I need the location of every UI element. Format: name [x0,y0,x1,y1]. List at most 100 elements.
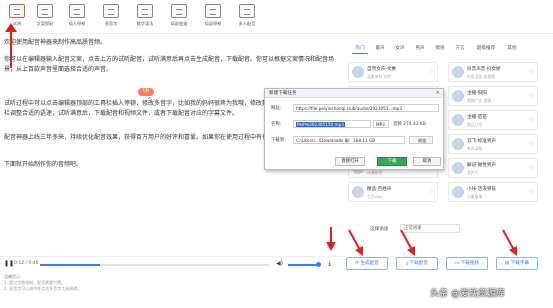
watermark: 头条 @爱找资源库 [430,289,505,299]
voice-name: 主播·阳阳 [467,91,487,96]
progress-fill [40,264,100,266]
filename-field[interactable]: PeiPei202305150.mp3 [293,120,371,128]
tool-local-pause[interactable]: 局部停顿 [198,4,228,27]
voice-tags: 动漫配音 [367,170,383,175]
tool-multi-voice[interactable]: 多人配音 [232,4,262,27]
star-icon[interactable]: ☆ [529,116,534,123]
star-icon[interactable]: ☆ [429,68,434,75]
tool-number-reading-label: 数字读法 [136,21,154,26]
star-icon[interactable]: ☆ [529,140,534,147]
voice-tags: 时尚活泼 短视频 [467,74,495,79]
voice-tags: 儿童故事 [467,194,483,199]
voice-card[interactable]: 主播·苗苗 商品介绍 ☆ [448,110,538,130]
avatar [452,66,464,78]
tool-number-reading[interactable]: 数字读法 [130,4,160,27]
editor-paragraph: 欢迎使用配音神器来制作高品质音频。 [4,39,107,46]
voice-card[interactable]: 小咔·活泼男孩 儿童故事 ☆ [448,182,538,202]
users-icon [239,4,255,18]
play-icon [9,4,25,18]
download-icon[interactable]: ⤓ [328,259,331,268]
voice-name: 抖音声音·抖女娇 [467,67,501,72]
voice-name: 精品·百姓声 [367,187,392,192]
avatar [352,66,364,78]
pause-marker-icon: ⌃ [146,96,153,105]
dialog-title-text: 新建下载任务 [269,91,297,96]
avatar [352,186,364,198]
tool-insert-pause[interactable]: 插入停顿 [62,4,92,27]
url-field[interactable]: https://file.peiyinshenqi.club/audio/202… [293,104,439,112]
cancel-button[interactable]: 取消 [413,157,441,166]
speed-label: 选择语速 [370,227,389,232]
filename-value: PeiPei202305150.mp3 [296,122,345,127]
star-icon[interactable]: ☆ [529,92,534,99]
pause-badge[interactable]: 1秒 [138,88,154,96]
star-icon[interactable]: ☆ [529,164,534,171]
voice-card[interactable]: 精品·百姓声 生活vlog ☆ [348,182,438,202]
generate-audio-button[interactable]: ⟳ 生成配音 [346,257,388,270]
tab-other[interactable]: 其他 [504,44,520,54]
tool-polyphone-label: 多音字 [104,21,118,26]
watermark-logo-icon [420,288,429,297]
pinyin-icon [103,4,119,18]
close-icon[interactable]: ✕ [436,89,440,98]
tab-male[interactable]: 男声 [412,44,428,54]
download-subtitle-label: 下载字幕 [510,261,530,266]
path-label: 下载到： [271,138,289,143]
avatar [452,114,464,126]
tool-extract-label: 文案提取 [36,21,54,26]
voice-tags: 有声读物 [467,146,483,151]
document-icon [37,4,53,18]
download-button[interactable]: 下载 [377,157,407,166]
progress-track[interactable] [40,264,270,266]
voice-name: 小咔·活泼男孩 [467,187,497,192]
voice-tags: 生活vlog [367,194,383,199]
red-arrow-up-icon [5,23,17,68]
browse-button[interactable]: 浏览 [409,136,433,144]
download-subtitle-button[interactable]: ▤ 下载字幕 [496,257,538,270]
stop-icon [205,4,221,18]
tab-dialect[interactable]: 方言 [452,44,468,54]
tool-local-speed-label: 局部变速 [170,21,188,26]
download-audio-button[interactable]: ⤓ 下载配音 [396,257,438,270]
tool-extract[interactable]: 文案提取 [30,4,60,27]
voice-tags: 商品介绍 [467,122,483,127]
tool-polyphone[interactable]: 多音字 [96,4,126,27]
audio-player: ❚❚ 0:12 / 0:46 ◀) ⤓ [0,256,346,270]
save-path-field[interactable]: C:\Users\...\Downloads 剩：168.11 GB [293,136,405,144]
volume-icon[interactable]: ◀) [276,260,283,267]
voice-card[interactable]: 主播·阳阳 营销广告 直播 ☆ [448,86,538,106]
red-arrow-down-icon [400,229,415,256]
volume-knob[interactable] [316,262,321,267]
voice-card[interactable]: 抖音声音·抖女娇 时尚活泼 短视频 ☆ [448,62,538,82]
url-label: 网址： [271,106,285,111]
star-icon[interactable]: ☆ [429,188,434,195]
file-size: 音频 274.43 KB [393,122,426,127]
red-arrow-down-icon [348,229,363,256]
voice-name: 云飞·标准男声 [467,139,497,144]
file-type-select[interactable]: MP3 [373,120,389,128]
tab-female[interactable]: 女声 [392,44,408,54]
tab-hot[interactable]: 热门 [352,44,368,54]
voice-card[interactable]: 云飞·标准男声 有声读物 ☆ [448,134,538,154]
number-icon [137,4,153,18]
avatar [452,162,464,174]
tool-multi-voice-label: 多人配音 [238,21,256,26]
pause-icon [69,4,85,18]
speed-icon [171,4,187,18]
star-icon[interactable]: ☆ [529,68,534,75]
tool-local-speed[interactable]: 局部变速 [164,4,194,27]
tab-recommend[interactable]: 超级推荐 [472,44,500,54]
tool-insert-pause-label: 插入停顿 [68,21,86,26]
voice-card[interactable]: 自然女声·文惠 温柔亲和 宣传 ☆ [348,62,438,82]
star-icon[interactable]: ☆ [529,188,534,195]
tab-child[interactable]: 童声 [372,44,388,54]
voice-card[interactable]: 解说·磁性男声 宣传片 ☆ [448,158,538,178]
pause-icon[interactable]: ❚❚ [4,260,14,267]
open-directly-button[interactable]: 直接打开 [335,157,365,166]
voice-tags: 宣传片 [467,170,479,175]
tab-emotion[interactable]: 情感 [432,44,448,54]
download-audio-label: 下载配音 [409,261,428,266]
download-video-button[interactable]: ▭ 下载视频 [446,257,488,270]
voice-name: 解说·磁性男声 [467,163,497,168]
avatar [452,138,464,150]
